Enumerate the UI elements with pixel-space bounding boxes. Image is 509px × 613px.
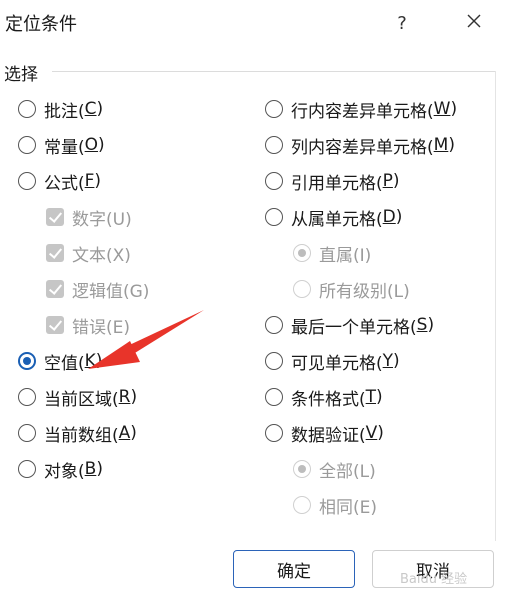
option-label: 从属单元格( (291, 209, 383, 230)
option-row-differences[interactable]: 行内容差异单元格(W) (265, 96, 457, 122)
radio-current-array[interactable] (18, 424, 36, 442)
radio-direct-only (293, 244, 311, 262)
option-label: 可见单元格( (291, 353, 383, 374)
dialog-title: 定位条件 (5, 14, 77, 35)
radio-last-cell[interactable] (265, 316, 283, 334)
option-errors: 错误(E) (46, 312, 130, 338)
option-label: 对象( (44, 461, 85, 482)
option-conditional-formats[interactable]: 条件格式(T) (265, 384, 383, 410)
option-label: 当前数组( (44, 425, 119, 446)
close-icon (466, 13, 482, 33)
radio-row-differences[interactable] (265, 100, 283, 118)
group-border (495, 71, 496, 541)
radio-column-differences[interactable] (265, 136, 283, 154)
group-label: 选择 (4, 60, 44, 85)
ok-button[interactable]: 确定 (233, 550, 355, 588)
radio-formulas[interactable] (18, 172, 36, 190)
option-label: 相同(E) (319, 497, 378, 518)
option-objects[interactable]: 对象(B) (18, 456, 103, 482)
option-label: 逻辑值(G) (72, 281, 150, 302)
option-direct-only: 直属(I) (293, 240, 371, 266)
option-data-validation[interactable]: 数据验证(V) (265, 420, 384, 446)
checkbox-numbers (46, 208, 64, 226)
option-label: 条件格式( (291, 389, 366, 410)
option-current-region[interactable]: 当前区域(R) (18, 384, 137, 410)
radio-dependents[interactable] (265, 208, 283, 226)
title-bar: 定位条件 ? (0, 0, 509, 48)
option-current-array[interactable]: 当前数组(A) (18, 420, 137, 446)
radio-constants[interactable] (18, 136, 36, 154)
go-to-special-dialog: 定位条件 ? 选择 批注(C) 常量(O) 公式(F) 数字(U) 文本(X) (0, 0, 509, 613)
option-text: 文本(X) (46, 240, 131, 266)
option-formulas[interactable]: 公式(F) (18, 168, 101, 194)
option-label: 数据验证( (291, 425, 366, 446)
option-logicals: 逻辑值(G) (46, 276, 149, 302)
radio-visible-cells[interactable] (265, 352, 283, 370)
radio-validation-same (293, 496, 311, 514)
option-constants[interactable]: 常量(O) (18, 132, 105, 158)
option-label: 空值( (44, 353, 85, 374)
option-blanks[interactable]: 空值(K) (18, 348, 102, 374)
option-label: 最后一个单元格( (291, 317, 417, 338)
option-label: 直属(I) (319, 245, 372, 266)
option-label: 全部(L) (319, 461, 376, 482)
option-label: 公式( (44, 173, 85, 194)
option-label: 引用单元格( (291, 173, 383, 194)
radio-current-region[interactable] (18, 388, 36, 406)
close-button[interactable] (458, 8, 490, 38)
option-validation-all: 全部(L) (293, 456, 376, 482)
radio-precedents[interactable] (265, 172, 283, 190)
radio-blanks[interactable] (18, 352, 36, 370)
option-column-differences[interactable]: 列内容差异单元格(M) (265, 132, 455, 158)
radio-validation-all (293, 460, 311, 478)
option-dependents[interactable]: 从属单元格(D) (265, 204, 402, 230)
option-label: 常量( (44, 137, 85, 158)
option-precedents[interactable]: 引用单元格(P) (265, 168, 400, 194)
radio-comments[interactable] (18, 100, 36, 118)
option-visible-cells[interactable]: 可见单元格(Y) (265, 348, 400, 374)
option-label: 当前区域( (44, 389, 119, 410)
checkbox-errors (46, 316, 64, 334)
option-label: 列内容差异单元格( (291, 137, 434, 158)
option-label: 批注( (44, 101, 85, 122)
option-validation-same: 相同(E) (293, 492, 377, 518)
checkbox-text (46, 244, 64, 262)
option-label: 错误(E) (72, 317, 131, 338)
option-comments[interactable]: 批注(C) (18, 96, 103, 122)
radio-data-validation[interactable] (265, 424, 283, 442)
help-button[interactable]: ? (386, 8, 418, 38)
option-label: 文本(X) (72, 245, 131, 266)
option-all-levels: 所有级别(L) (293, 276, 410, 302)
red-arrow-icon (88, 310, 204, 369)
option-label: 行内容差异单元格( (291, 101, 434, 122)
watermark: Baidu 经验 (400, 572, 468, 587)
option-label: 所有级别(L) (319, 281, 410, 302)
checkbox-logicals (46, 280, 64, 298)
radio-all-levels (293, 280, 311, 298)
option-numbers: 数字(U) (46, 204, 132, 230)
radio-objects[interactable] (18, 460, 36, 478)
option-last-cell[interactable]: 最后一个单元格(S) (265, 312, 434, 338)
group-divider (52, 71, 496, 72)
radio-conditional-formats[interactable] (265, 388, 283, 406)
option-label: 数字(U) (72, 209, 132, 230)
